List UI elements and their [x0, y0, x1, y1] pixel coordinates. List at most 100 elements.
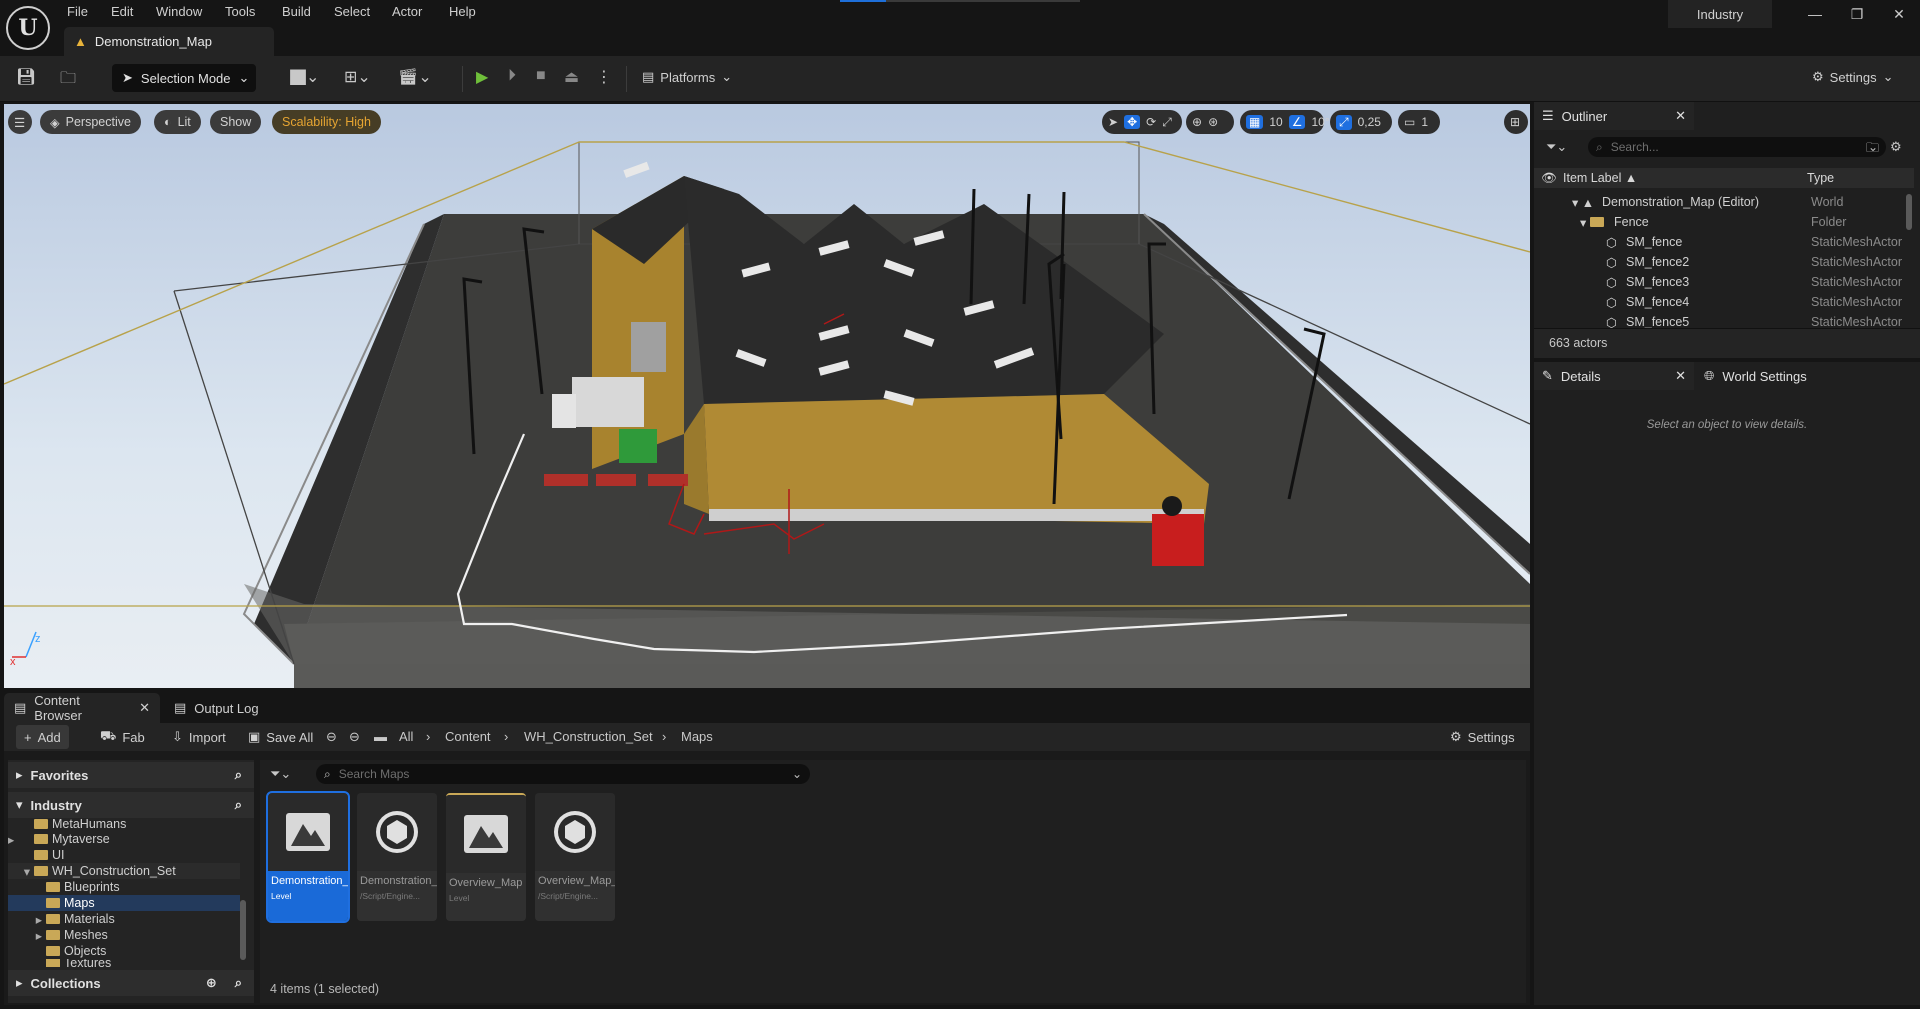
asset-tile[interactable]: Overview_Map Level: [446, 793, 526, 921]
perspective-button[interactable]: ◈ Perspective: [40, 110, 141, 134]
close-icon[interactable]: ✕: [1675, 108, 1686, 124]
sources-scrollbar[interactable]: [240, 900, 246, 960]
menu-select[interactable]: Select: [334, 4, 370, 19]
tree-item-mytaverse[interactable]: ▸ Mytaverse: [8, 831, 240, 847]
rotation-snap-icon[interactable]: ∠: [1288, 115, 1306, 129]
stop-icon[interactable]: ■: [536, 67, 546, 85]
menu-file[interactable]: File: [67, 4, 88, 19]
search-icon[interactable]: ⌕: [235, 975, 242, 991]
history-back-icon[interactable]: ⊖: [326, 729, 337, 745]
content-browser-tab[interactable]: ▤ Content Browser ✕: [4, 693, 160, 723]
scalability-button[interactable]: Scalability: High: [272, 110, 381, 134]
blueprint-icon[interactable]: ⊞⌄: [344, 67, 371, 87]
tree-item-maps[interactable]: Maps: [8, 895, 240, 911]
chevron-right-icon[interactable]: ▸: [8, 912, 46, 927]
outliner-row[interactable]: ⬡ SM_fence5 StaticMeshActor: [1534, 312, 1908, 328]
close-icon[interactable]: ✕: [1675, 368, 1686, 384]
add-folder-icon[interactable]: 🗀︎: [1866, 139, 1879, 161]
select-tool-icon[interactable]: ➤: [1108, 115, 1118, 129]
add-actor-icon[interactable]: ⬛︎⌄: [290, 67, 319, 87]
outliner-row[interactable]: ⬡ SM_fence4 StaticMeshActor: [1534, 292, 1908, 312]
rotation-snap-value[interactable]: 10°: [1311, 115, 1329, 129]
details-tab[interactable]: ✎ Details ✕: [1534, 362, 1694, 390]
outliner-row[interactable]: ▾ ▲ Demonstration_Map (Editor) World: [1534, 192, 1908, 212]
surface-snap-icon[interactable]: ⊛: [1208, 115, 1218, 129]
add-collection-icon[interactable]: ⊕: [206, 975, 217, 991]
menu-tools[interactable]: Tools: [225, 4, 255, 19]
tree-item-meshes[interactable]: ▸ Meshes: [8, 927, 240, 943]
favorites-header[interactable]: ▸ Favorites ⌕: [8, 762, 254, 788]
save-all-button[interactable]: ▣ Save All: [240, 725, 321, 749]
tree-item-metahumans[interactable]: MetaHumans: [8, 818, 240, 830]
menu-window[interactable]: Window: [156, 4, 202, 19]
breadcrumb-content[interactable]: Content: [445, 729, 491, 744]
chevron-down-icon[interactable]: ▾: [8, 864, 34, 879]
search-icon[interactable]: ⌕: [235, 797, 242, 813]
unreal-logo-icon[interactable]: U: [6, 6, 50, 50]
play-options-icon[interactable]: ⋮: [596, 67, 612, 87]
document-tab[interactable]: ▲ Demonstration_Map: [64, 27, 274, 56]
folder-icon[interactable]: ▬: [374, 729, 387, 744]
chevron-right-icon[interactable]: ▸: [8, 928, 46, 943]
close-window-icon[interactable]: ✕: [1884, 6, 1914, 23]
scale-tool-icon[interactable]: ⤢: [1162, 115, 1172, 130]
search-icon[interactable]: ⌕: [235, 767, 242, 783]
outliner-row[interactable]: ⬡ SM_fence StaticMeshActor: [1534, 232, 1908, 252]
chevron-right-icon[interactable]: ▸: [8, 832, 34, 847]
cinematics-icon[interactable]: 🎬︎⌄: [398, 67, 432, 87]
level-viewport[interactable]: z x ☰ ◈ Perspective ◐ Lit Show Scalabili…: [4, 104, 1530, 688]
outliner-search-input[interactable]: ⌕ Search... ⌄: [1588, 137, 1886, 157]
collections-header[interactable]: ▸ Collections ⊕ ⌕: [8, 970, 254, 996]
industry-header[interactable]: ▾ Industry ⌕: [8, 792, 254, 818]
content-settings-button[interactable]: ⚙ Settings: [1442, 725, 1523, 749]
tree-item-objects[interactable]: Objects: [8, 943, 240, 959]
close-icon[interactable]: ✕: [139, 700, 150, 716]
grid-snap-icon[interactable]: ▦: [1246, 115, 1264, 129]
restore-icon[interactable]: ❐: [1842, 6, 1872, 23]
asset-search-input[interactable]: ⌕ Search Maps ⌄: [316, 764, 810, 784]
world-icon[interactable]: ⊕: [1192, 115, 1202, 129]
breadcrumb-all[interactable]: All: [399, 729, 413, 744]
breadcrumb-maps[interactable]: Maps: [681, 729, 713, 744]
output-log-tab[interactable]: ▤ Output Log: [164, 693, 269, 723]
step-icon[interactable]: ⏵︎: [508, 67, 516, 85]
fab-button[interactable]: ⛟ Fab: [92, 725, 153, 749]
asset-tile[interactable]: Overview_Map_BuiltData/Script/Engine...: [535, 793, 615, 921]
menu-actor[interactable]: Actor: [392, 4, 422, 19]
add-button[interactable]: + Add: [16, 725, 69, 749]
outliner-tab[interactable]: ☰ Outliner ✕: [1534, 102, 1694, 130]
platforms-dropdown[interactable]: ▤ Platforms ⌄: [642, 69, 732, 85]
filter-icon[interactable]: ⏷⌄: [1546, 139, 1567, 155]
tree-item-wh-construction-set[interactable]: ▾ WH_Construction_Set: [8, 863, 240, 879]
folder-icon[interactable]: ▾: [1580, 215, 1608, 230]
item-label-column[interactable]: Item Label ▲: [1563, 171, 1637, 185]
tree-item-blueprints[interactable]: Blueprints: [8, 879, 240, 895]
grid-snap-value[interactable]: 10: [1269, 115, 1282, 129]
asset-tile[interactable]: Demonstration_Map_Built/Script/Engine...: [357, 793, 437, 921]
outliner-row[interactable]: ⬡ SM_fence2 StaticMeshActor: [1534, 252, 1908, 272]
type-column[interactable]: Type: [1807, 171, 1834, 185]
visibility-icon[interactable]: 👁︎: [1541, 171, 1557, 186]
menu-help[interactable]: Help: [449, 4, 476, 19]
play-icon[interactable]: ▶: [476, 67, 488, 87]
tree-item-materials[interactable]: ▸ Materials: [8, 911, 240, 927]
minimize-icon[interactable]: —: [1800, 6, 1830, 22]
import-button[interactable]: ⇩ Import: [164, 725, 234, 749]
scale-snap-icon[interactable]: ⤢: [1336, 114, 1352, 130]
menu-edit[interactable]: Edit: [111, 4, 133, 19]
history-forward-icon[interactable]: ⊖: [349, 729, 360, 745]
scale-snap-value[interactable]: 0,25: [1358, 115, 1381, 129]
menu-build[interactable]: Build: [282, 4, 311, 19]
lit-button[interactable]: ◐ Lit: [154, 110, 201, 134]
breadcrumb-wh-construction-set[interactable]: WH_Construction_Set: [524, 729, 653, 744]
outliner-row[interactable]: ⬡ SM_fence3 StaticMeshActor: [1534, 272, 1908, 292]
tree-expand-icon[interactable]: ▾ ▲: [1572, 195, 1594, 210]
world-settings-tab[interactable]: 🌐︎ World Settings: [1696, 362, 1896, 390]
eject-icon[interactable]: ⏏︎: [564, 67, 579, 87]
scene-render[interactable]: z x: [4, 104, 1530, 688]
move-tool-icon[interactable]: ✥: [1124, 115, 1141, 129]
camera-speed[interactable]: ▭ 1: [1398, 110, 1440, 134]
asset-tile[interactable]: Demonstration_Map Level: [266, 791, 350, 923]
outliner-scrollbar[interactable]: [1906, 194, 1912, 230]
rotate-tool-icon[interactable]: ⟳: [1146, 115, 1156, 129]
